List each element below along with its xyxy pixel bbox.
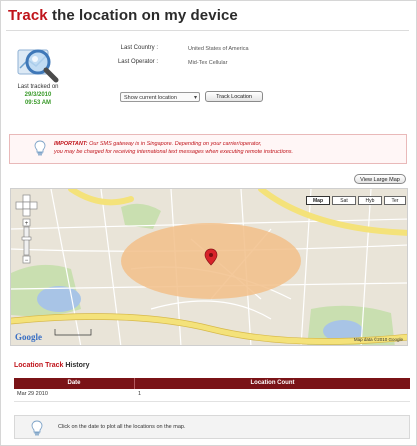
tip-text: Click on the date to plot all the locati… bbox=[58, 424, 186, 430]
page-title-rest: the location on my device bbox=[47, 7, 238, 24]
important-line-2: you may be charged for receiving interna… bbox=[54, 149, 294, 155]
history-title-rest: History bbox=[63, 362, 90, 369]
title-divider bbox=[6, 30, 409, 31]
location-select-value: Show current location bbox=[124, 95, 177, 101]
magnifier-map-icon bbox=[17, 49, 59, 83]
last-operator-label: Last Operator : bbox=[117, 59, 158, 65]
last-country-label: Last Country : bbox=[120, 45, 158, 51]
lightbulb-icon bbox=[34, 140, 46, 156]
last-tracked-label: Last tracked on bbox=[17, 84, 59, 90]
track-location-button[interactable]: Track Location bbox=[205, 91, 263, 102]
map-attribution: Map data ©2010 Google bbox=[353, 337, 403, 342]
column-header-location-count[interactable]: Location Count bbox=[135, 378, 410, 389]
google-logo: Google bbox=[15, 332, 42, 342]
map-type-terrain[interactable]: Ter bbox=[384, 196, 406, 205]
page-title-accent: Track bbox=[8, 7, 48, 24]
location-map[interactable]: + − Google Map data ©2010 Google bbox=[10, 188, 408, 346]
chevron-down-icon: ▾ bbox=[193, 95, 197, 101]
last-country-value: United States of America bbox=[188, 46, 249, 52]
map-type-satellite[interactable]: Sat bbox=[332, 196, 356, 205]
table-row-divider bbox=[14, 401, 410, 402]
important-label: IMPORTANT: bbox=[54, 141, 88, 147]
history-title-accent: Location Track bbox=[14, 362, 64, 369]
history-title: Location Track History bbox=[14, 362, 89, 369]
column-header-date[interactable]: Date bbox=[14, 378, 134, 389]
location-select[interactable]: Show current location ▾ bbox=[120, 92, 200, 102]
important-text: IMPORTANT: Our SMS gateway is in Singapo… bbox=[54, 140, 400, 156]
page-title: Track the location on my device bbox=[8, 7, 238, 24]
map-type-map[interactable]: Map bbox=[306, 196, 330, 205]
last-tracked-date: 29/3/2010 bbox=[24, 92, 52, 98]
map-canvas: + − bbox=[11, 189, 407, 345]
history-row-date-link[interactable]: Mar 29 2010 bbox=[17, 391, 48, 397]
last-tracked-time: 09:53 AM bbox=[24, 100, 52, 106]
last-operator-value: Mid-Tex Cellular bbox=[188, 60, 228, 66]
view-large-map-button[interactable]: View Large Map bbox=[354, 174, 406, 184]
important-line-1: Our SMS gateway is in Singapore. Dependi… bbox=[87, 141, 262, 147]
lightbulb-icon bbox=[31, 420, 43, 436]
history-row-count: 1 bbox=[138, 391, 142, 397]
map-type-hybrid[interactable]: Hyb bbox=[358, 196, 382, 205]
svg-text:+: + bbox=[25, 221, 29, 227]
svg-text:−: − bbox=[25, 258, 29, 264]
